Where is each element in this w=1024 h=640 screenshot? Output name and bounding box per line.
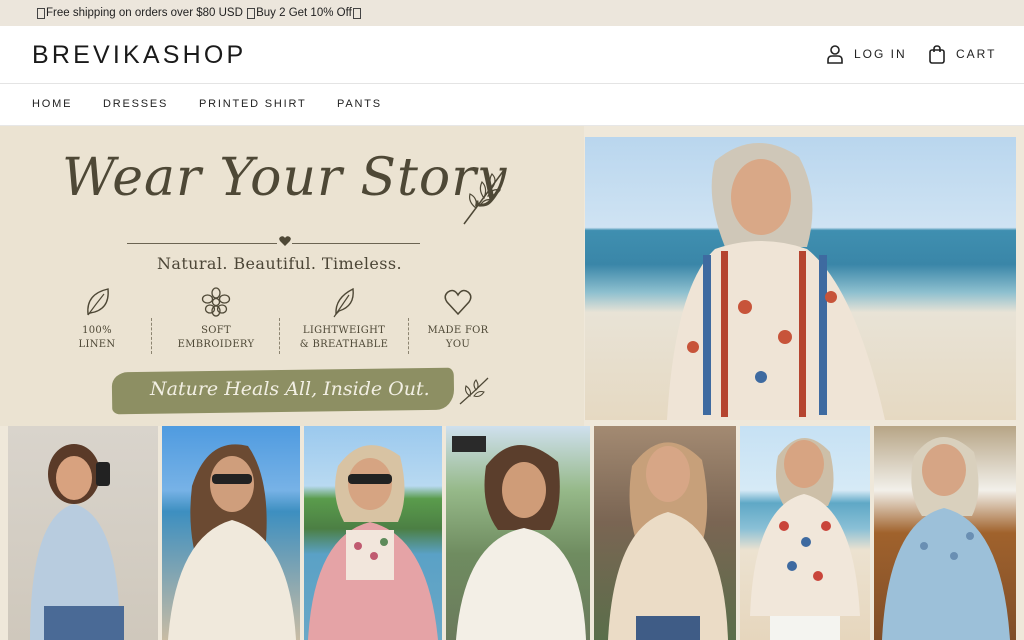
login-label: LOG IN: [854, 47, 907, 61]
model-figure: [452, 436, 586, 640]
site-logo[interactable]: BREVIKASHOP: [32, 41, 246, 70]
model-figure: [667, 142, 885, 420]
site-header: BREVIKASHOP LOG IN CART: [0, 26, 1024, 84]
feature-separator: [279, 318, 280, 354]
nav-item-home[interactable]: HOME: [32, 98, 72, 110]
shopping-bag-icon: [929, 45, 945, 64]
leaf-sprig-icon: [463, 169, 505, 225]
product-photo[interactable]: [8, 426, 158, 640]
leaf-icon: [87, 288, 109, 316]
nav-item-printed-shirt[interactable]: PRINTED SHIRT: [199, 98, 307, 110]
feather-icon: [333, 287, 354, 318]
model-figure: [30, 444, 124, 640]
gift-icon: [37, 7, 45, 19]
cart-label: CART: [956, 47, 997, 61]
small-sprig-icon: [459, 377, 489, 405]
hero-banner[interactable]: Wear Your Story Natural. Beautiful. Time…: [0, 126, 1024, 640]
flower-icon: [201, 287, 231, 317]
divider-line-left: [127, 243, 277, 244]
feature-breathable: LIGHTWEIGHT & BREATHABLE: [289, 286, 399, 352]
hero-title: Wear Your Story: [62, 148, 508, 208]
cart-link[interactable]: CART: [928, 44, 996, 64]
feature-label: MADE FOR YOU: [427, 325, 489, 350]
gift-icon: [352, 7, 361, 19]
model-figure: [308, 445, 438, 640]
main-nav: HOME DRESSES PRINTED SHIRT PANTS: [0, 84, 1024, 126]
hero-subtitle: Natural. Beautiful. Timeless.: [157, 254, 403, 273]
product-photo[interactable]: [304, 426, 442, 640]
feature-label: SOFT EMBROIDERY: [177, 325, 255, 350]
feature-linen: 100% LINEN: [42, 286, 152, 352]
announcement-text-2: Buy 2 Get 10% Off: [256, 7, 352, 19]
feature-label: 100% LINEN: [78, 325, 116, 350]
feature-made-for-you: MADE FOR YOU: [403, 286, 513, 352]
hero-tagline: Nature Heals All, Inside Out.: [150, 378, 430, 400]
divider-line-right: [292, 243, 420, 244]
feature-separator: [151, 318, 152, 354]
model-figure: [608, 442, 728, 640]
announcement-bar: Free shipping on orders over $80 USD Buy…: [0, 0, 1024, 26]
product-photo[interactable]: [740, 426, 870, 640]
feature-embroidery: SOFT EMBROIDERY: [161, 286, 271, 352]
nav-item-dresses[interactable]: DRESSES: [103, 98, 168, 110]
model-figure: [168, 444, 296, 640]
model-figure: [882, 436, 1010, 640]
product-photo[interactable]: [594, 426, 736, 640]
product-photo[interactable]: [874, 426, 1016, 640]
product-photo[interactable]: [446, 426, 590, 640]
hero-text-panel: Wear Your Story Natural. Beautiful. Time…: [0, 126, 584, 426]
login-link[interactable]: LOG IN: [826, 44, 907, 64]
model-figure: [750, 437, 860, 640]
feature-label: LIGHTWEIGHT & BREATHABLE: [299, 325, 389, 350]
small-heart-icon: [279, 236, 291, 246]
heart-icon: [444, 289, 472, 316]
nav-item-pants[interactable]: PANTS: [337, 98, 382, 110]
announcement-text: Free shipping on orders over $80 USD: [46, 7, 243, 19]
user-icon: [827, 45, 843, 64]
gift-icon: [247, 7, 256, 19]
hero-main-photo: [585, 137, 1016, 420]
product-photo[interactable]: [162, 426, 300, 640]
